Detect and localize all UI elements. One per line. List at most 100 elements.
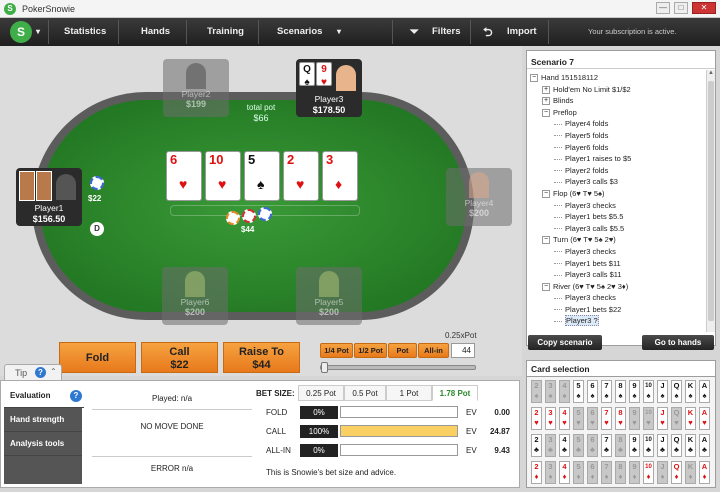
selectable-card[interactable]: 3 ♣ xyxy=(545,434,556,457)
seat-player3[interactable]: Q ♠ 9 ♥ Player3 $178.50 xyxy=(296,59,362,117)
seat-player4[interactable]: Player4 $200 xyxy=(446,168,512,226)
selectable-card[interactable]: J ♦ xyxy=(657,461,668,484)
seat-player2[interactable]: Player2 $199 xyxy=(163,59,229,117)
scrollbar-thumb[interactable] xyxy=(708,81,714,321)
selectable-card[interactable]: 9 ♠ xyxy=(629,380,640,403)
bet-slider[interactable] xyxy=(320,365,476,370)
menu-filters[interactable]: Filters xyxy=(432,18,461,46)
selectable-card[interactable]: 2 ♠ xyxy=(531,380,542,403)
selectable-card[interactable]: J ♠ xyxy=(657,380,668,403)
pot-button[interactable]: Pot xyxy=(388,343,417,358)
scenarios-chevron-icon[interactable]: ▾ xyxy=(337,18,341,46)
selectable-card[interactable]: 2 ♣ xyxy=(531,434,542,457)
fold-button[interactable]: Fold xyxy=(59,342,136,373)
collapse-icon[interactable]: − xyxy=(542,189,550,198)
selectable-card[interactable]: J ♥ xyxy=(657,407,668,430)
selectable-card[interactable]: A ♠ xyxy=(699,380,710,403)
tree-item[interactable]: − Preflop xyxy=(530,107,631,119)
menu-statistics[interactable]: Statistics xyxy=(64,18,106,46)
tree-item[interactable]: Player6 folds xyxy=(530,142,631,154)
selectable-card[interactable]: 5 ♥ xyxy=(573,407,584,430)
selectable-card[interactable]: 3 ♦ xyxy=(545,461,556,484)
tree-item[interactable]: Player1 raises to $5 xyxy=(530,153,631,165)
bet-size-tab[interactable]: 1 Pot xyxy=(386,385,432,401)
selectable-card[interactable]: Q ♣ xyxy=(671,434,682,457)
selectable-card[interactable]: K ♥ xyxy=(685,407,696,430)
collapse-icon[interactable]: − xyxy=(542,108,550,117)
selectable-card[interactable]: 4 ♠ xyxy=(559,380,570,403)
tree-item[interactable]: Player3 calls $5.5 xyxy=(530,223,631,235)
scrollbar[interactable]: ▲ xyxy=(706,70,715,332)
bet-size-tab[interactable]: 0.25 Pot xyxy=(298,385,344,401)
bet-size-tab-selected[interactable]: 1.78 Pot xyxy=(432,385,478,401)
evaluation-help-icon[interactable]: ? xyxy=(70,390,82,402)
help-icon[interactable]: ? xyxy=(35,367,46,378)
selectable-card[interactable]: 10 ♠ xyxy=(643,380,654,403)
selectable-card[interactable]: A ♣ xyxy=(699,434,710,457)
selectable-card[interactable]: 4 ♦ xyxy=(559,461,570,484)
chevron-up-icon[interactable]: ⌃ xyxy=(50,367,57,376)
snowie-menu-button[interactable]: S xyxy=(10,21,32,43)
tree-item[interactable]: − Turn (6♥ T♥ 5♠ 2♥) xyxy=(530,234,631,246)
tree-item[interactable]: Player1 bets $22 xyxy=(530,304,631,316)
tree-item[interactable]: Player3 checks xyxy=(530,292,631,304)
selectable-card[interactable]: K ♣ xyxy=(685,434,696,457)
selectable-card[interactable]: 8 ♠ xyxy=(615,380,626,403)
tree-item[interactable]: + Blinds xyxy=(530,95,631,107)
selectable-card[interactable]: A ♦ xyxy=(699,461,710,484)
bet-amount-input[interactable]: 44 xyxy=(451,343,475,358)
selectable-card[interactable]: 10 ♦ xyxy=(643,461,654,484)
selectable-card[interactable]: 10 ♥ xyxy=(643,407,654,430)
selectable-card[interactable]: 6 ♥ xyxy=(587,407,598,430)
selectable-card[interactable]: 6 ♣ xyxy=(587,434,598,457)
menu-scenarios[interactable]: Scenarios xyxy=(277,18,322,46)
seat-player1[interactable]: Player1 $156.50 xyxy=(16,168,82,226)
selectable-card[interactable]: 5 ♣ xyxy=(573,434,584,457)
selectable-card[interactable]: 9 ♦ xyxy=(629,461,640,484)
tree-item[interactable]: Player4 folds xyxy=(530,118,631,130)
close-button[interactable]: ✕ xyxy=(692,2,716,14)
menu-training[interactable]: Training xyxy=(207,18,244,46)
nav-analysis-tools[interactable]: Analysis tools xyxy=(4,432,82,456)
tree-item[interactable]: − River (6♥ T♥ 5♠ 2♥ 3♦) xyxy=(530,281,631,293)
selectable-card[interactable]: 9 ♣ xyxy=(629,434,640,457)
selectable-card[interactable]: J ♣ xyxy=(657,434,668,457)
selectable-card[interactable]: 8 ♣ xyxy=(615,434,626,457)
go-to-hands-button[interactable]: Go to hands xyxy=(642,335,714,350)
selectable-card[interactable]: 2 ♦ xyxy=(531,461,542,484)
tree-item[interactable]: Player3 calls $3 xyxy=(530,176,631,188)
selectable-card[interactable]: 9 ♥ xyxy=(629,407,640,430)
bet-size-tab[interactable]: 0.5 Pot xyxy=(344,385,386,401)
selectable-card[interactable]: 3 ♥ xyxy=(545,407,556,430)
selectable-card[interactable]: K ♦ xyxy=(685,461,696,484)
collapse-icon[interactable]: − xyxy=(530,74,538,83)
tip-tab[interactable]: Tip ? ⌃ xyxy=(4,364,62,380)
tree-item[interactable]: Player3 calls $11 xyxy=(530,269,631,281)
selectable-card[interactable]: 8 ♦ xyxy=(615,461,626,484)
seat-player6[interactable]: Player6 $200 xyxy=(162,267,228,325)
menu-hands[interactable]: Hands xyxy=(141,18,170,46)
selectable-card[interactable]: 7 ♣ xyxy=(601,434,612,457)
filter-icon[interactable]: ⏷ xyxy=(410,18,419,46)
selectable-card[interactable]: 8 ♥ xyxy=(615,407,626,430)
expand-icon[interactable]: + xyxy=(542,97,550,106)
chevron-down-icon[interactable]: ▾ xyxy=(36,18,40,46)
tree-item[interactable]: + Hold'em No Limit $1/$2 xyxy=(530,84,631,96)
tree-item[interactable]: − Hand 151518112 xyxy=(530,72,631,84)
menu-import[interactable]: Import xyxy=(507,18,537,46)
selectable-card[interactable]: 5 ♠ xyxy=(573,380,584,403)
all-in-button[interactable]: All-in xyxy=(418,343,449,358)
selectable-card[interactable]: 6 ♠ xyxy=(587,380,598,403)
selectable-card[interactable]: 7 ♦ xyxy=(601,461,612,484)
selectable-card[interactable]: 6 ♦ xyxy=(587,461,598,484)
selectable-card[interactable]: 2 ♥ xyxy=(531,407,542,430)
selectable-card[interactable]: 7 ♠ xyxy=(601,380,612,403)
selectable-card[interactable]: K ♠ xyxy=(685,380,696,403)
expand-icon[interactable]: + xyxy=(542,85,550,94)
selectable-card[interactable]: 4 ♣ xyxy=(559,434,570,457)
quarter-pot-button[interactable]: 1/4 Pot xyxy=(320,343,353,358)
tree-item[interactable]: Player1 bets $5.5 xyxy=(530,211,631,223)
slider-handle[interactable] xyxy=(321,362,328,373)
tree-item[interactable]: Player1 bets $11 xyxy=(530,258,631,270)
selectable-card[interactable]: Q ♠ xyxy=(671,380,682,403)
